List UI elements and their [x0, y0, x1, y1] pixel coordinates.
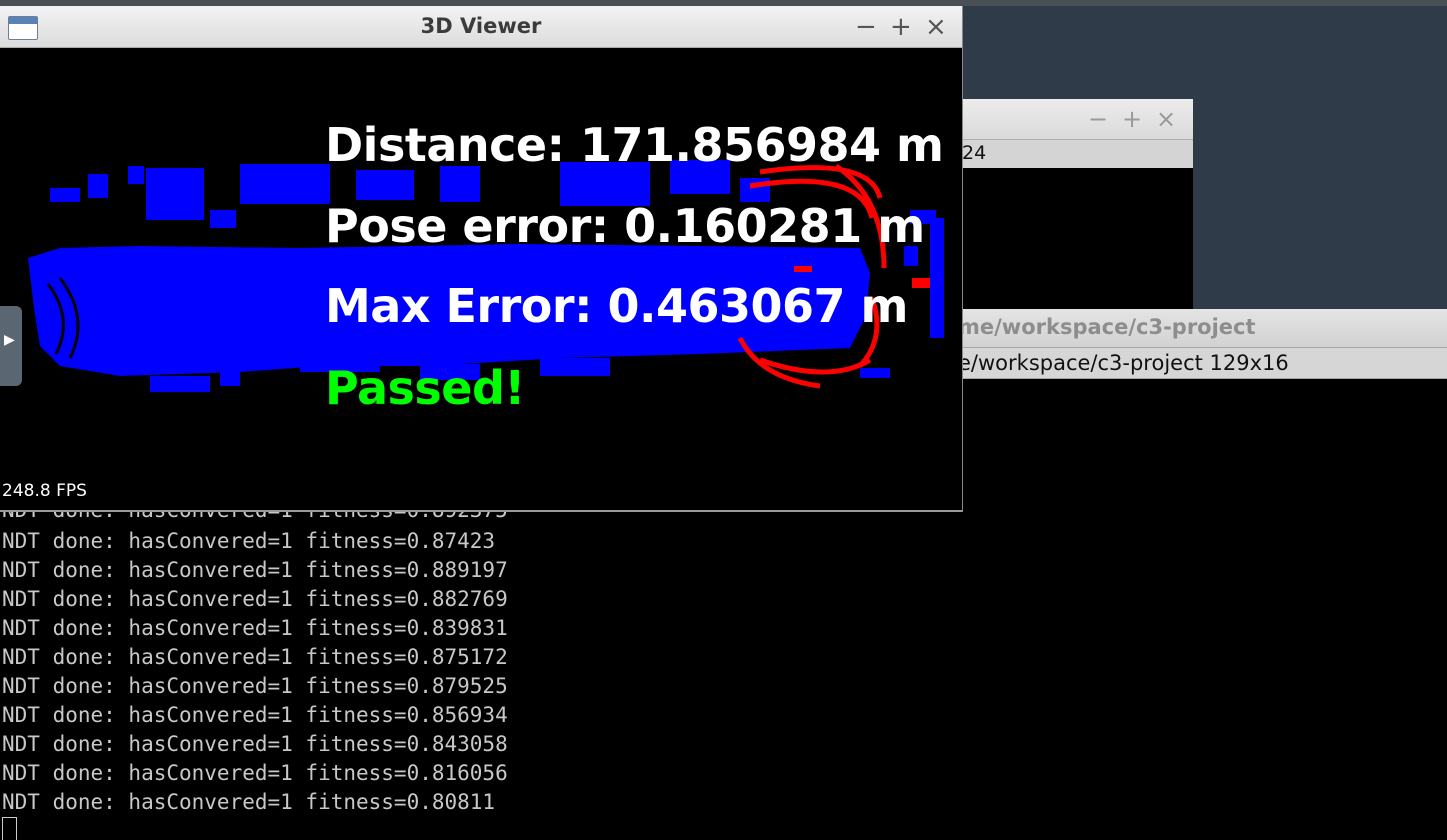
console-line: NDT done: hasConvered=1 fitness=0.80811 — [2, 790, 496, 814]
map-point-cloud — [28, 160, 944, 392]
console-output[interactable]: NDT done: hasConvered=1 fitness=0.892375… — [0, 508, 918, 840]
close-button[interactable]: × — [1156, 105, 1176, 133]
pose-error-label: Pose error: 0.160281 m — [325, 199, 925, 253]
terminal-menubar: e/workspace/c3-project 129x16 — [918, 348, 1447, 379]
console-line: NDT done: hasConvered=1 fitness=0.87423 — [2, 529, 496, 553]
console-line: NDT done: hasConvered=1 fitness=0.816056 — [2, 761, 508, 785]
console-line: NDT done: hasConvered=1 fitness=0.882769 — [2, 587, 508, 611]
status-label: Passed! — [325, 361, 525, 415]
minimize-button[interactable]: − — [1088, 105, 1108, 133]
play-arrow-icon: ▶ — [4, 332, 15, 348]
fps-counter: 248.8 FPS — [2, 481, 87, 501]
terminal-window[interactable]: me/workspace/c3-project e/workspace/c3-p… — [918, 309, 1447, 840]
console-line: NDT done: hasConvered=1 fitness=0.856934 — [2, 703, 508, 727]
menubar-fragment: 24 — [962, 142, 987, 164]
window-title: 3D Viewer — [420, 14, 542, 38]
side-panel-handle[interactable]: ▶ — [0, 306, 22, 386]
ego-marker — [794, 266, 812, 272]
minimize-button[interactable]: − — [855, 12, 877, 42]
scan-marker — [912, 278, 930, 288]
max-error-label: Max Error: 0.463067 m — [325, 279, 908, 333]
3d-viewer-window[interactable]: 3D Viewer − + × Distance: 171.856984 m P… — [0, 6, 963, 512]
terminal-title: me/workspace/c3-project — [958, 315, 1256, 339]
distance-label: Distance: 171.856984 m — [325, 118, 944, 172]
maximize-button[interactable]: + — [1122, 105, 1142, 133]
close-button[interactable]: × — [925, 12, 947, 42]
console-line: NDT done: hasConvered=1 fitness=0.875172 — [2, 645, 508, 669]
console-line: NDT done: hasConvered=1 fitness=0.889197 — [2, 558, 508, 582]
console-line: NDT done: hasConvered=1 fitness=0.843058 — [2, 732, 508, 756]
terminal-titlebar[interactable]: me/workspace/c3-project — [918, 309, 1447, 348]
terminal-size-label: e/workspace/c3-project 129x16 — [958, 351, 1289, 375]
console-line: NDT done: hasConvered=1 fitness=0.879525 — [2, 674, 508, 698]
console-line: NDT done: hasConvered=1 fitness=0.839831 — [2, 616, 508, 640]
3d-viewer-titlebar[interactable]: 3D Viewer − + × — [0, 6, 962, 48]
maximize-button[interactable]: + — [890, 12, 912, 42]
terminal-cursor — [2, 817, 17, 840]
